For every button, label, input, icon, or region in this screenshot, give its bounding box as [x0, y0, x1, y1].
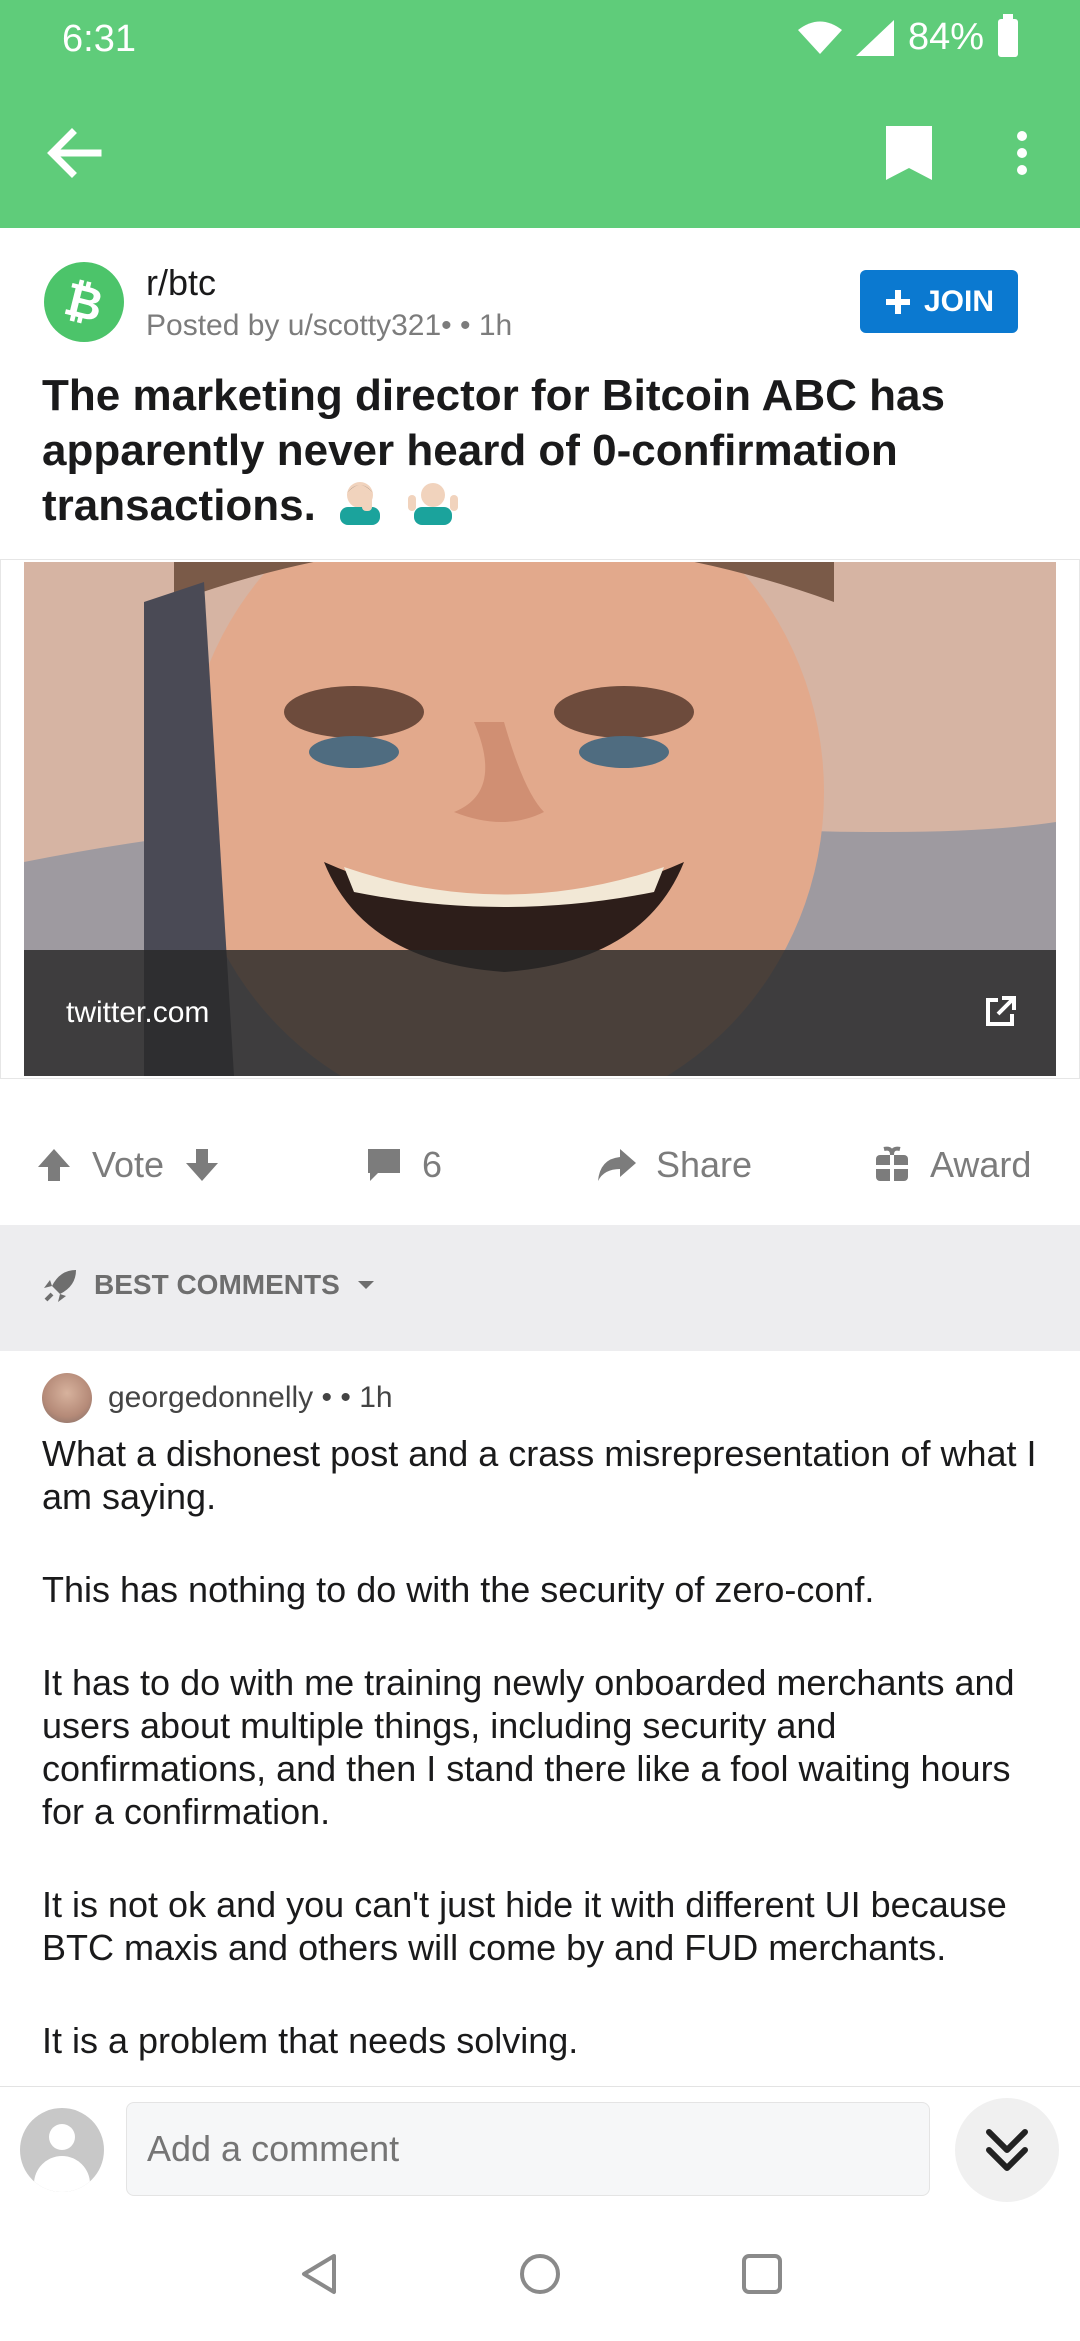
comments-button[interactable]: 6	[364, 1110, 442, 1220]
rocket-icon	[44, 1270, 76, 1302]
subreddit-name[interactable]: r/btc	[146, 262, 216, 304]
join-label: JOIN	[923, 284, 995, 318]
comment-age: • 1h	[340, 1381, 393, 1414]
post-title-text: The marketing director for Bitcoin ABC h…	[42, 371, 945, 530]
caret-down-icon	[357, 1281, 374, 1289]
sort-selector[interactable]: BEST COMMENTS	[42, 1266, 378, 1304]
bitcoin-logo-icon: ₿	[59, 271, 108, 332]
svg-text:₿: ₿	[59, 271, 108, 332]
comment-body[interactable]: What a dishonest post and a crass misrep…	[42, 1432, 1052, 2112]
comment-paragraph: What a dishonest post and a crass misrep…	[42, 1433, 1037, 1517]
comment-paragraph: It is a problem that needs solving.	[42, 2020, 579, 2061]
battery-icon	[998, 13, 1018, 57]
more-options-button[interactable]	[1000, 120, 1045, 190]
share-button[interactable]: Share	[594, 1110, 752, 1220]
link-domain[interactable]: twitter.com	[66, 996, 209, 1030]
vote-control: Vote	[34, 1110, 222, 1220]
post-actions-bar: Vote 6 Share Award	[0, 1110, 1080, 1220]
subreddit-avatar[interactable]: ₿	[44, 262, 124, 342]
open-external-button[interactable]	[982, 994, 1018, 1030]
comment-paragraph: It is not ok and you can't just hide it …	[42, 1884, 1007, 1968]
sort-label: BEST COMMENTS	[94, 1269, 340, 1300]
nav-recents-button[interactable]	[740, 2252, 784, 2296]
share-label: Share	[656, 1144, 753, 1185]
post-author[interactable]: Posted by u/scotty321•	[146, 309, 452, 342]
post-meta: Posted by u/scotty321• • 1h	[146, 309, 512, 343]
facepalm-emoji-icon	[336, 479, 386, 538]
battery-percent: 84%	[907, 16, 984, 58]
square-recents-icon	[742, 2254, 782, 2294]
share-arrow-icon	[598, 1149, 636, 1181]
shrug-emoji-icon	[406, 479, 460, 538]
more-vertical-icon	[1017, 131, 1027, 175]
downvote-arrow-icon[interactable]	[182, 1145, 222, 1185]
status-icons: 84%	[797, 13, 1018, 59]
comment-bubble-icon	[368, 1149, 400, 1181]
comment-count: 6	[422, 1144, 443, 1185]
gift-icon	[876, 1146, 908, 1181]
circle-home-icon	[520, 2254, 560, 2294]
comment-paragraph: This has nothing to do with the security…	[42, 1569, 875, 1610]
nav-back-button[interactable]	[298, 2252, 342, 2296]
double-chevron-down-icon	[986, 2129, 1028, 2171]
comment-paragraph: It has to do with me training newly onbo…	[42, 1662, 1015, 1832]
collapse-comments-button[interactable]	[955, 2098, 1059, 2202]
plus-icon	[885, 289, 910, 314]
upvote-arrow-icon[interactable]	[34, 1145, 74, 1185]
back-button[interactable]	[40, 118, 110, 188]
comment-dot: •	[321, 1381, 333, 1414]
bookmark-button[interactable]	[880, 120, 940, 190]
nav-home-button[interactable]	[518, 2252, 562, 2296]
vote-label: Vote	[92, 1144, 165, 1185]
post-title[interactable]: The marketing director for Bitcoin ABC h…	[42, 368, 1042, 538]
user-avatar-icon	[20, 2108, 104, 2192]
comment-author[interactable]: georgedonnelly	[108, 1381, 313, 1414]
comment-meta: georgedonnelly • • 1h	[108, 1381, 393, 1415]
arrow-left-icon	[47, 128, 102, 178]
triangle-back-icon	[302, 2254, 336, 2294]
external-link-icon	[986, 996, 1016, 1026]
add-comment-input[interactable]	[126, 2102, 930, 2196]
wifi-icon	[797, 21, 842, 54]
commenter-avatar[interactable]	[42, 1373, 92, 1423]
status-time: 6:31	[62, 18, 136, 60]
avatar-body	[34, 2156, 90, 2192]
award-button[interactable]: Award	[872, 1110, 1031, 1220]
post-age: • 1h	[460, 309, 513, 342]
bookmark-icon	[886, 126, 932, 180]
award-label: Award	[930, 1144, 1032, 1185]
avatar-head	[49, 2124, 75, 2150]
cellular-icon	[855, 19, 894, 56]
join-button[interactable]: JOIN	[860, 270, 1018, 333]
